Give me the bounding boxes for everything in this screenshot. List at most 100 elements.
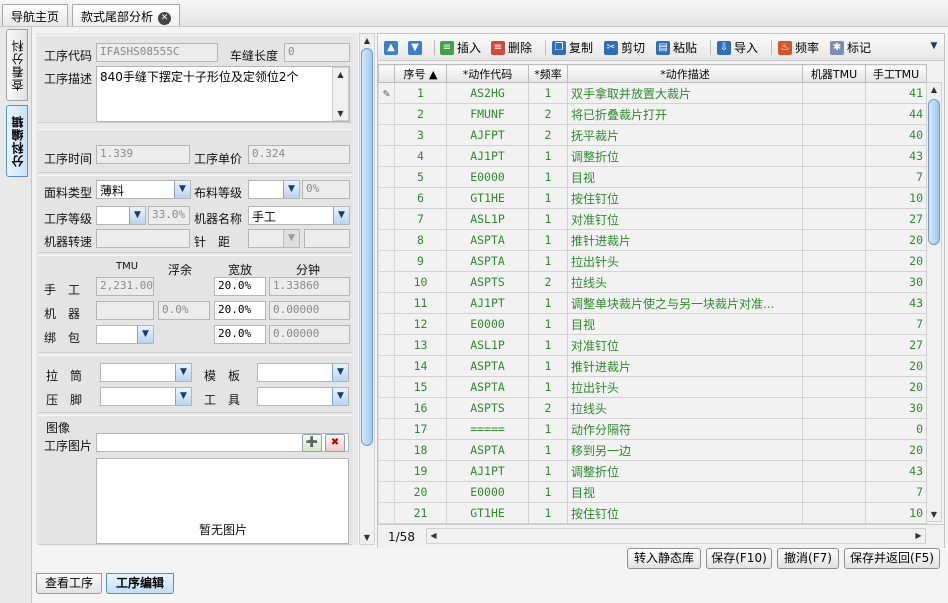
table-row[interactable]: 9 ASPTA 1 拉出针头 20 xyxy=(378,250,927,272)
cell-motion-code[interactable]: ASPTS xyxy=(446,397,529,419)
table-row[interactable]: 16 ASPTS 2 拉线头 30 xyxy=(378,397,927,419)
cell-hand-tmu[interactable]: 10 xyxy=(865,502,927,524)
grid-horizontal-scrollbar[interactable]: ◀ ▶ xyxy=(426,528,926,544)
header-motion-code[interactable]: *动作代码 xyxy=(446,64,529,83)
cell-motion-code[interactable]: ASL1P xyxy=(446,208,529,230)
cell-machine-tmu[interactable] xyxy=(802,481,866,503)
cell-frequency[interactable]: 1 xyxy=(528,208,568,230)
cell-sequence[interactable]: 16 xyxy=(394,397,447,419)
machine-float-field[interactable]: 0.0% xyxy=(158,301,210,320)
cell-frequency[interactable]: 1 xyxy=(528,418,568,440)
description-scrollbar[interactable]: ▲ ▼ xyxy=(332,67,349,121)
needle-pitch-select[interactable]: ▼ xyxy=(248,229,300,248)
cell-sequence[interactable]: 20 xyxy=(394,481,447,503)
cell-machine-tmu[interactable] xyxy=(802,397,866,419)
row-indicator[interactable] xyxy=(378,481,395,503)
cell-hand-tmu[interactable]: 41 xyxy=(865,82,927,104)
close-icon[interactable]: ✕ xyxy=(158,12,172,25)
side-tab-view-category[interactable]: 查看分科 xyxy=(6,29,28,101)
scroll-down-icon[interactable]: ▼ xyxy=(927,508,941,521)
cell-hand-tmu[interactable]: 30 xyxy=(865,271,927,293)
machine-tmu-field[interactable] xyxy=(96,301,154,320)
cell-motion-code[interactable]: ASPTA xyxy=(446,250,529,272)
row-indicator[interactable] xyxy=(378,502,395,524)
add-image-icon[interactable]: ➕ xyxy=(302,434,322,452)
bind-select[interactable]: ▼ xyxy=(96,325,154,344)
cell-frequency[interactable]: 1 xyxy=(528,355,568,377)
cell-frequency[interactable]: 1 xyxy=(528,292,568,314)
table-row[interactable]: 17 ===== 1 动作分隔符 0 xyxy=(378,418,927,440)
hand-allowance-field[interactable]: 20.0% xyxy=(214,277,266,296)
row-indicator[interactable] xyxy=(378,145,395,167)
cell-motion-code[interactable]: AS2HG xyxy=(446,82,529,104)
cell-sequence[interactable]: 18 xyxy=(394,439,447,461)
chevron-down-icon[interactable]: ▼ xyxy=(137,326,153,343)
table-row[interactable]: 21 GT1HE 1 按住钉位 10 xyxy=(378,502,927,524)
save-button[interactable]: 保存(F10) xyxy=(706,548,772,569)
cell-frequency[interactable]: 1 xyxy=(528,376,568,398)
cell-hand-tmu[interactable]: 7 xyxy=(865,481,927,503)
chevron-down-icon[interactable]: ▼ xyxy=(332,388,348,405)
row-indicator[interactable] xyxy=(378,292,395,314)
row-indicator[interactable] xyxy=(378,334,395,356)
cell-motion-description[interactable]: 拉线头 xyxy=(567,397,803,419)
machine-speed-field[interactable] xyxy=(96,229,190,248)
cell-machine-tmu[interactable] xyxy=(802,187,866,209)
cell-sequence[interactable]: 12 xyxy=(394,313,447,335)
cell-motion-code[interactable]: ASPTA xyxy=(446,229,529,251)
scroll-down-icon[interactable]: ▼ xyxy=(333,107,348,120)
cell-frequency[interactable]: 1 xyxy=(528,82,568,104)
chevron-down-icon[interactable]: ▼ xyxy=(332,364,348,381)
cell-motion-code[interactable]: FMUNF xyxy=(446,103,529,125)
table-row[interactable]: 3 AJFPT 2 抚平裁片 40 xyxy=(378,124,927,146)
row-indicator[interactable] xyxy=(378,460,395,482)
cell-motion-code[interactable]: ASPTA xyxy=(446,439,529,461)
cell-sequence[interactable]: 6 xyxy=(394,187,447,209)
fabric-grade-select[interactable]: ▼ xyxy=(248,180,300,199)
cell-sequence[interactable]: 15 xyxy=(394,376,447,398)
move-up-button[interactable]: ▲ xyxy=(384,39,401,56)
cell-sequence[interactable]: 10 xyxy=(394,271,447,293)
table-row[interactable]: 18 ASPTA 1 移到另一边 20 xyxy=(378,439,927,461)
cell-hand-tmu[interactable]: 27 xyxy=(865,334,927,356)
cell-motion-code[interactable]: AJFPT xyxy=(446,124,529,146)
tab-navigation-home[interactable]: 导航主页 xyxy=(2,4,68,26)
table-row[interactable]: ✎ 1 AS2HG 1 双手拿取并放置大裁片 41 xyxy=(378,82,927,104)
scroll-down-icon[interactable]: ▼ xyxy=(360,531,374,544)
cell-motion-description[interactable]: 将已折叠裁片打开 xyxy=(567,103,803,125)
cell-motion-code[interactable]: AJ1PT xyxy=(446,460,529,482)
needle-pitch-field[interactable] xyxy=(304,229,350,248)
remove-image-icon[interactable]: ✖ xyxy=(325,434,345,452)
cell-frequency[interactable]: 2 xyxy=(528,103,568,125)
cell-machine-tmu[interactable] xyxy=(802,145,866,167)
cell-hand-tmu[interactable]: 20 xyxy=(865,439,927,461)
scroll-up-icon[interactable]: ▲ xyxy=(360,34,374,47)
cell-motion-code[interactable]: AJ1PT xyxy=(446,145,529,167)
header-motion-description[interactable]: *动作描述 xyxy=(567,64,803,83)
cell-hand-tmu[interactable]: 43 xyxy=(865,460,927,482)
row-indicator[interactable] xyxy=(378,418,395,440)
cell-frequency[interactable]: 1 xyxy=(528,460,568,482)
hand-tmu-field[interactable]: 2,231.00 xyxy=(96,277,154,296)
cell-sequence[interactable]: 13 xyxy=(394,334,447,356)
cell-machine-tmu[interactable] xyxy=(802,166,866,188)
table-row[interactable]: 7 ASL1P 1 对准钉位 27 xyxy=(378,208,927,230)
cell-frequency[interactable]: 1 xyxy=(528,166,568,188)
cell-frequency[interactable]: 1 xyxy=(528,187,568,209)
cell-motion-description[interactable]: 推针进裁片 xyxy=(567,229,803,251)
form-scrollbar[interactable]: ▲ ▼ xyxy=(359,33,375,545)
cell-motion-description[interactable]: 拉线头 xyxy=(567,271,803,293)
cell-frequency[interactable]: 2 xyxy=(528,397,568,419)
bind-allowance-field[interactable]: 20.0% xyxy=(214,325,266,344)
cell-sequence[interactable]: 4 xyxy=(394,145,447,167)
copy-button[interactable]: ❐ 复制 xyxy=(552,39,593,56)
level-percent[interactable]: 33.0% xyxy=(148,206,190,225)
operation-time-field[interactable]: 1.339 xyxy=(96,145,190,164)
presser-select[interactable]: ▼ xyxy=(100,387,192,406)
cell-hand-tmu[interactable]: 20 xyxy=(865,229,927,251)
row-indicator[interactable] xyxy=(378,439,395,461)
cell-motion-description[interactable]: 目视 xyxy=(567,313,803,335)
cell-machine-tmu[interactable] xyxy=(802,103,866,125)
machine-allowance-field[interactable]: 20.0% xyxy=(214,301,266,320)
undo-button[interactable]: 撤消(F7) xyxy=(777,548,839,569)
